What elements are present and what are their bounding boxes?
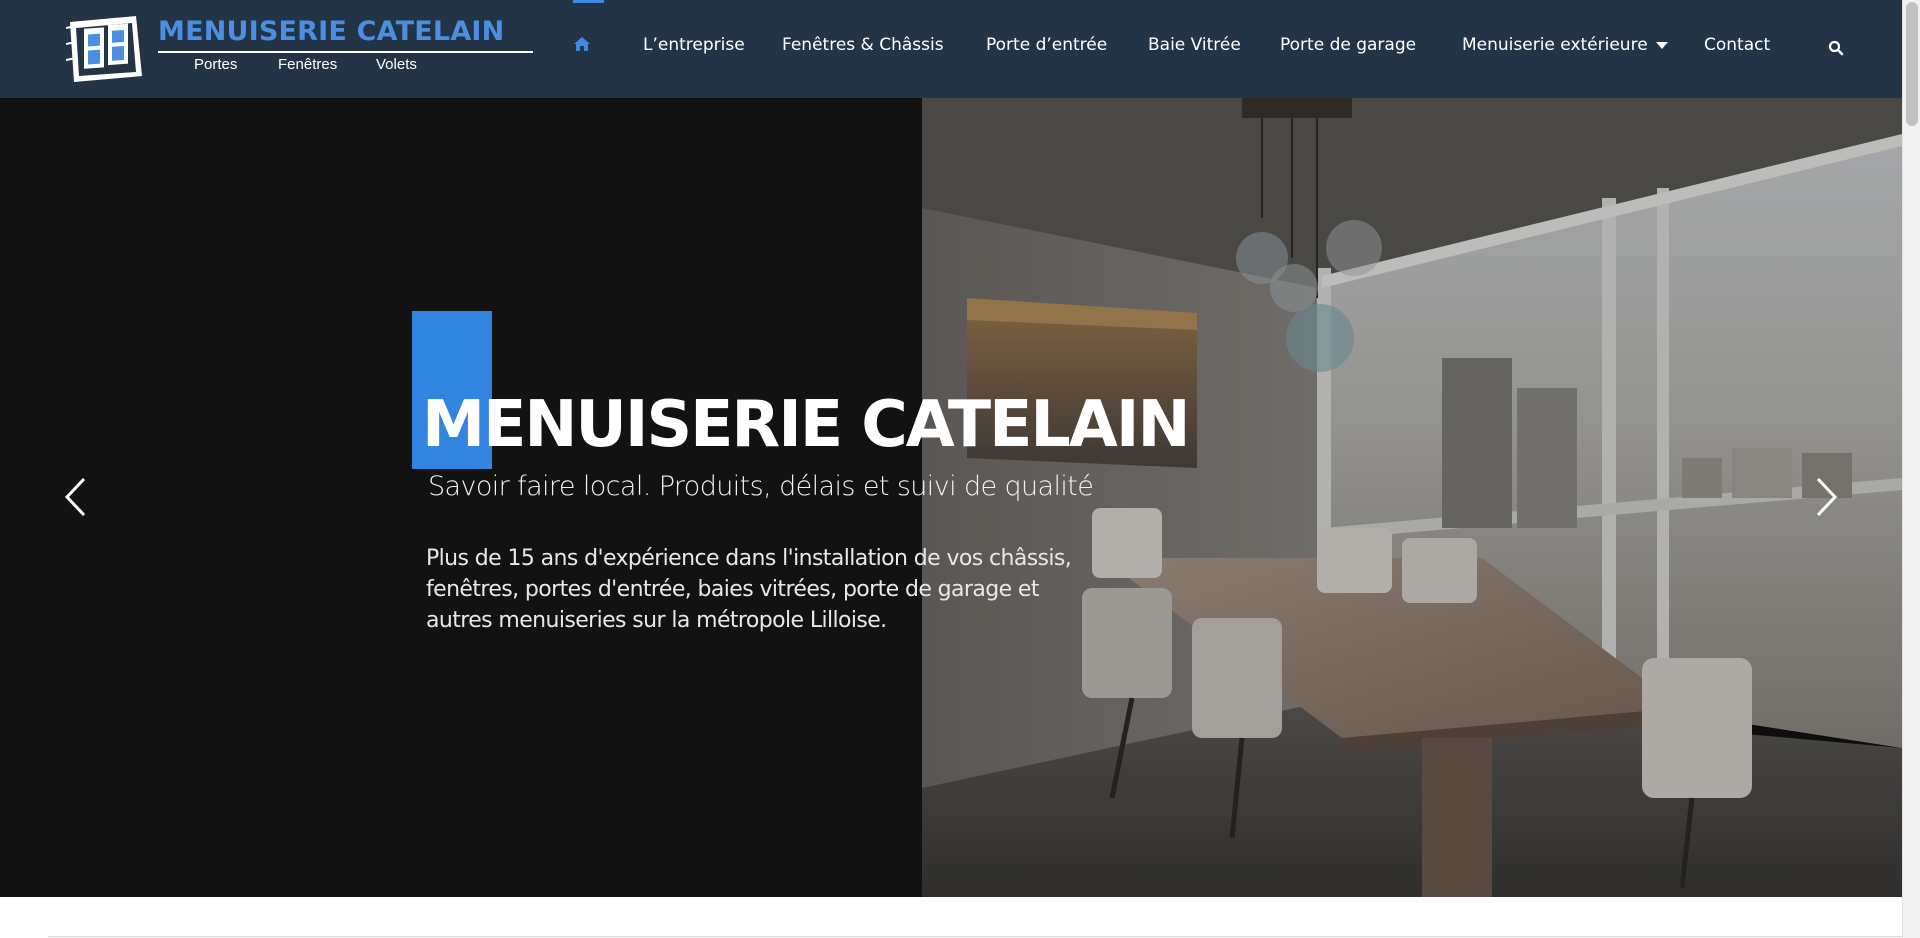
hero-description: Plus de 15 ans d'expérience dans l'insta… xyxy=(426,543,1086,636)
logo-tagline-volets: Volets xyxy=(376,56,417,73)
nav-item-menuiserie-exterieure-label: Menuiserie extérieure xyxy=(1462,35,1648,55)
nav-active-indicator xyxy=(573,0,604,3)
hero-description-line: Plus de 15 ans d'expérience dans l'insta… xyxy=(426,546,1072,571)
nav-item-entreprise[interactable]: L’entreprise xyxy=(643,35,745,55)
nav-item-porte-entree[interactable]: Porte d’entrée xyxy=(986,35,1107,55)
search-icon xyxy=(1828,40,1844,56)
hero-description-line: autres menuiseries sur la métropole Lill… xyxy=(426,608,887,633)
logo-tagline-fenetres: Fenêtres xyxy=(278,56,338,73)
slider-prev-button[interactable] xyxy=(62,476,88,518)
nav-home-link[interactable] xyxy=(573,36,593,56)
nav-item-menuiserie-exterieure[interactable]: Menuiserie extérieure xyxy=(1462,35,1668,55)
hero-title: MENUISERIE CATELAIN xyxy=(422,388,1190,462)
content-divider xyxy=(48,936,1902,937)
hero-subtitle: Savoir faire local. Produits, délais et … xyxy=(428,471,1094,502)
site-logo[interactable]: MENUISERIE CATELAIN Portes Fenêtres Vole… xyxy=(66,12,533,84)
site-header: MENUISERIE CATELAIN Portes Fenêtres Vole… xyxy=(0,0,1902,98)
page-scrollbar[interactable] xyxy=(1902,0,1920,938)
slider-next-button[interactable] xyxy=(1814,476,1840,518)
caret-down-icon xyxy=(1655,41,1668,49)
nav-item-porte-garage[interactable]: Porte de garage xyxy=(1280,35,1416,55)
scrollbar-thumb[interactable] xyxy=(1906,2,1918,126)
logo-divider xyxy=(158,51,533,53)
logo-window-icon xyxy=(66,16,142,82)
nav-item-contact[interactable]: Contact xyxy=(1704,35,1770,55)
hero-description-line: fenêtres, portes d'entrée, baies vitrées… xyxy=(426,577,1039,602)
nav-item-baie-vitree[interactable]: Baie Vitrée xyxy=(1148,35,1241,55)
logo-title: MENUISERIE CATELAIN xyxy=(158,16,505,47)
logo-tagline-portes: Portes xyxy=(194,56,238,73)
search-button[interactable] xyxy=(1828,40,1844,56)
chevron-right-icon xyxy=(1816,477,1838,517)
home-icon xyxy=(574,37,590,51)
hero-slider: MENUISERIE CATELAIN Savoir faire local. … xyxy=(0,98,1902,897)
nav-item-fenetres-chassis[interactable]: Fenêtres & Châssis xyxy=(782,35,944,55)
chevron-left-icon xyxy=(64,477,86,517)
